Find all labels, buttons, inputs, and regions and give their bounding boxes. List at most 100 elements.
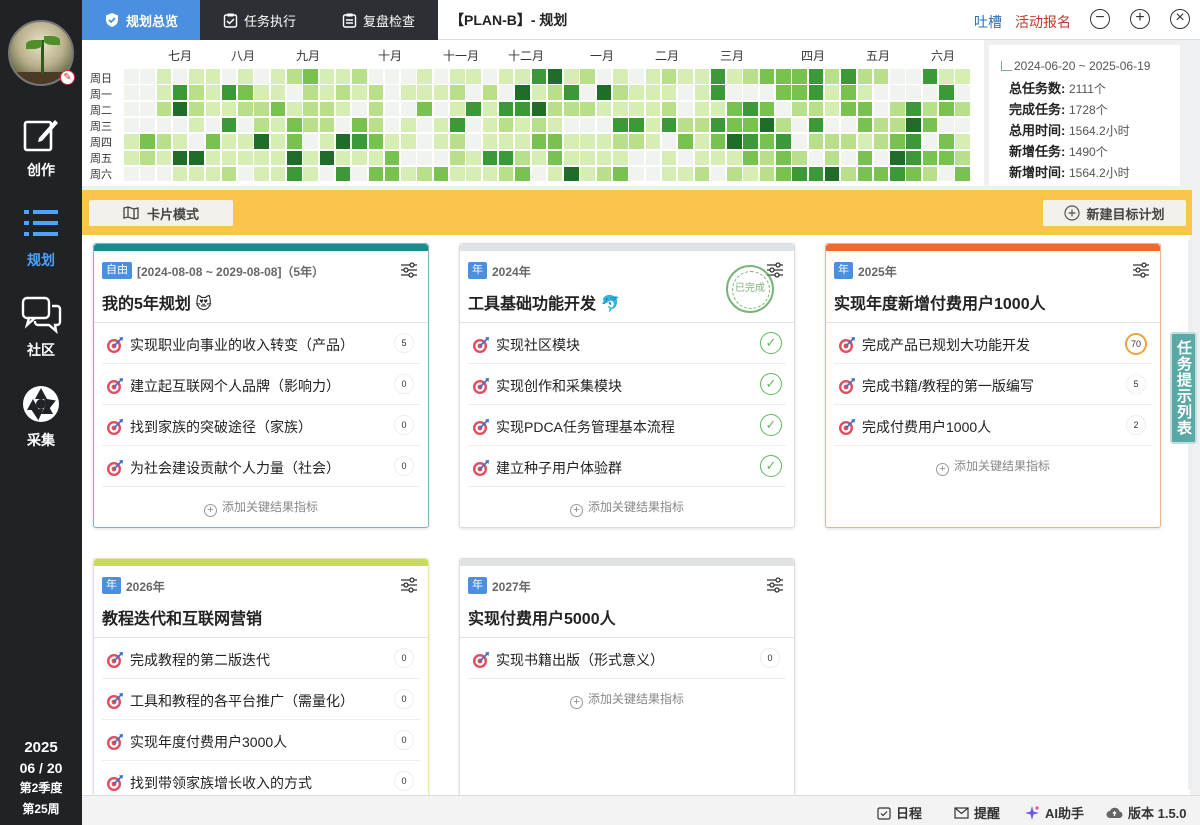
heatmap-cell[interactable] [417, 166, 432, 182]
heatmap-cell[interactable] [596, 134, 612, 149]
heatmap-cell[interactable] [890, 69, 905, 84]
heatmap-cell[interactable] [254, 101, 269, 117]
heatmap-cell[interactable] [417, 117, 432, 133]
heatmap-cell[interactable] [384, 69, 400, 84]
heatmap-cell[interactable] [661, 69, 677, 84]
key-result-item[interactable]: 工具和教程的各平台推广（需量化） 0 [102, 679, 420, 720]
heatmap-cell[interactable] [564, 101, 579, 117]
heatmap-cell[interactable] [727, 117, 742, 133]
ai-assistant-button[interactable]: AI助手 [1024, 803, 1084, 822]
card-mode-button[interactable]: 卡片模式 [89, 200, 233, 226]
heatmap-cell[interactable] [955, 150, 970, 165]
heatmap-cell[interactable] [498, 166, 514, 182]
heatmap-cell[interactable] [906, 117, 921, 133]
plan-title[interactable]: 我的5年规划 😻 [102, 290, 212, 314]
maximize-button[interactable]: + [1130, 9, 1150, 29]
key-result-item[interactable]: 完成产品已规划大功能开发 70 [834, 323, 1152, 364]
heatmap-cell[interactable] [140, 69, 155, 84]
heatmap-cell[interactable] [596, 69, 612, 84]
key-result-item[interactable]: 找到家族的突破途径（家族） 0 [102, 405, 420, 446]
heatmap-cell[interactable] [335, 166, 351, 182]
heatmap-cell[interactable] [922, 166, 938, 182]
heatmap-cell[interactable] [564, 69, 579, 84]
heatmap-cell[interactable] [808, 69, 824, 84]
heatmap-cell[interactable] [824, 117, 840, 133]
heatmap-cell[interactable] [955, 69, 970, 84]
heatmap-cell[interactable] [661, 101, 677, 117]
heatmap-cell[interactable] [482, 69, 498, 84]
sidebar-item-create[interactable]: 创作 [0, 114, 82, 180]
key-result-item[interactable]: 建立种子用户体验群 ✓ [468, 446, 786, 487]
heatmap-cell[interactable] [221, 150, 237, 165]
heatmap-cell[interactable] [776, 101, 791, 117]
heatmap-cell[interactable] [531, 117, 546, 133]
heatmap-cell[interactable] [922, 117, 938, 133]
heatmap-cell[interactable] [596, 85, 612, 100]
heatmap-cell[interactable] [189, 69, 204, 84]
heatmap-cell[interactable] [482, 150, 498, 165]
heatmap-cell[interactable] [384, 150, 400, 165]
heatmap-cell[interactable] [384, 117, 400, 133]
heatmap-cell[interactable] [515, 85, 530, 100]
heatmap-cell[interactable] [531, 134, 546, 149]
heatmap-cell[interactable] [808, 134, 824, 149]
heatmap-cell[interactable] [124, 69, 139, 84]
heatmap-cell[interactable] [270, 69, 286, 84]
heatmap-cell[interactable] [172, 69, 188, 84]
heatmap-cell[interactable] [417, 101, 432, 117]
minimize-button[interactable]: − [1090, 9, 1110, 29]
plan-card[interactable]: 自由 [2024-08-08 ~ 2029-08-08]（5年） 我的5年规划 😻 实… [93, 243, 429, 528]
settings-sliders-icon[interactable] [400, 577, 418, 593]
heatmap-cell[interactable] [368, 166, 383, 182]
add-key-result-button[interactable]: + 添加关键结果指标 [460, 487, 794, 527]
heatmap-cell[interactable] [955, 101, 970, 117]
add-key-result-button[interactable]: + 添加关键结果指标 [460, 679, 794, 719]
heatmap-cell[interactable] [156, 134, 172, 149]
heatmap-cell[interactable] [857, 150, 872, 165]
heatmap-cell[interactable] [857, 166, 872, 182]
heatmap-cell[interactable] [303, 166, 318, 182]
heatmap-cell[interactable] [743, 85, 758, 100]
heatmap-cell[interactable] [221, 69, 237, 84]
heatmap-cell[interactable] [384, 85, 400, 100]
heatmap-cell[interactable] [384, 101, 400, 117]
heatmap-cell[interactable] [580, 150, 595, 165]
heatmap-cell[interactable] [710, 150, 726, 165]
heatmap-cell[interactable] [270, 150, 286, 165]
plan-title[interactable]: 实现付费用户5000人 [468, 605, 616, 629]
heatmap-cell[interactable] [906, 85, 921, 100]
heatmap-cell[interactable] [613, 69, 628, 84]
heatmap-cell[interactable] [743, 134, 758, 149]
heatmap-cell[interactable] [287, 166, 302, 182]
plan-title[interactable]: 工具基础功能开发 🐬 [468, 290, 620, 314]
heatmap-cell[interactable] [205, 166, 220, 182]
heatmap-cell[interactable] [580, 117, 595, 133]
close-button[interactable]: × [1170, 9, 1190, 29]
heatmap-cell[interactable] [498, 101, 514, 117]
heatmap-cell[interactable] [776, 117, 791, 133]
heatmap-cell[interactable] [238, 134, 253, 149]
heatmap-cell[interactable] [417, 134, 432, 149]
heatmap-cell[interactable] [645, 69, 661, 84]
heatmap-cell[interactable] [824, 101, 840, 117]
heatmap-cell[interactable] [808, 101, 824, 117]
heatmap-cell[interactable] [613, 166, 628, 182]
heatmap-cell[interactable] [205, 85, 220, 100]
heatmap-cell[interactable] [776, 85, 791, 100]
heatmap-cell[interactable] [792, 117, 807, 133]
heatmap-cell[interactable] [482, 85, 498, 100]
heatmap-cell[interactable] [743, 166, 758, 182]
key-result-item[interactable]: 实现书籍出版（形式意义） 0 [468, 638, 786, 679]
heatmap-cell[interactable] [221, 101, 237, 117]
heatmap-cell[interactable] [743, 150, 758, 165]
heatmap-cell[interactable] [759, 150, 775, 165]
heatmap-cell[interactable] [482, 117, 498, 133]
heatmap-cell[interactable] [727, 166, 742, 182]
heatmap-cell[interactable] [661, 85, 677, 100]
heatmap-cell[interactable] [205, 134, 220, 149]
heatmap-cell[interactable] [776, 166, 791, 182]
heatmap-cell[interactable] [890, 166, 905, 182]
heatmap-cell[interactable] [629, 134, 644, 149]
heatmap-cell[interactable] [221, 134, 237, 149]
heatmap-cell[interactable] [303, 150, 318, 165]
